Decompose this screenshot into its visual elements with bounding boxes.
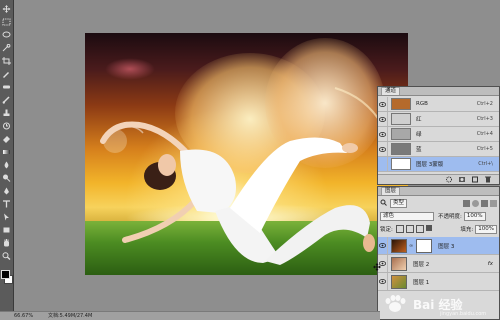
lock-position-icon[interactable] bbox=[415, 225, 424, 233]
eraser-icon[interactable] bbox=[1, 134, 12, 143]
foreground-color-swatch[interactable] bbox=[1, 270, 10, 279]
channel-thumbnail bbox=[391, 98, 411, 110]
crop-icon[interactable] bbox=[1, 56, 12, 65]
lock-icons bbox=[395, 225, 432, 233]
chain-link-icon[interactable]: ∞ bbox=[409, 243, 413, 249]
visibility-eye-icon[interactable] bbox=[378, 112, 388, 126]
brush-icon[interactable] bbox=[1, 95, 12, 104]
path-select-icon[interactable] bbox=[1, 212, 12, 221]
clone-stamp-icon[interactable] bbox=[1, 108, 12, 117]
layer-name: 图层 3 bbox=[438, 243, 455, 250]
channel-thumbnail bbox=[391, 113, 411, 125]
opacity-label: 不透明度: bbox=[438, 214, 462, 220]
channel-shortcut: Ctrl+4 bbox=[476, 131, 493, 137]
lasso-icon[interactable] bbox=[1, 30, 12, 39]
channel-row-blue[interactable]: 蓝 Ctrl+5 bbox=[378, 142, 499, 157]
lock-transparent-icon[interactable] bbox=[395, 225, 404, 233]
channel-shortcut: Ctrl+\ bbox=[478, 161, 493, 167]
shape-icon[interactable] bbox=[1, 225, 12, 234]
visibility-eye-icon[interactable] bbox=[378, 142, 388, 156]
channel-thumbnail bbox=[391, 158, 411, 170]
layer-filter-row: 类型 bbox=[380, 198, 497, 208]
pen-icon[interactable] bbox=[1, 186, 12, 195]
lock-label: 锁定: bbox=[380, 227, 393, 233]
channel-row-green[interactable]: 绿 Ctrl+4 bbox=[378, 127, 499, 142]
layer-row-layer-2[interactable]: 图层 2 fx bbox=[378, 255, 499, 273]
dodge-icon[interactable] bbox=[1, 173, 12, 182]
filter-type-icon[interactable] bbox=[481, 199, 488, 207]
opacity-input[interactable]: 100% bbox=[463, 211, 486, 221]
lock-all-icon[interactable] bbox=[425, 225, 432, 231]
filter-adjust-icon[interactable] bbox=[472, 199, 479, 207]
visibility-eye-icon[interactable] bbox=[378, 273, 388, 290]
layer-mask-thumbnail[interactable] bbox=[416, 238, 433, 253]
history-brush-icon[interactable] bbox=[1, 121, 12, 130]
tab-channels[interactable]: 通道 bbox=[381, 87, 401, 95]
channel-thumbnail bbox=[391, 128, 411, 140]
new-channel-icon[interactable] bbox=[471, 176, 479, 183]
blend-mode-select[interactable]: 滤色 bbox=[380, 211, 434, 221]
channel-name: RGB bbox=[416, 101, 428, 107]
channel-row-layer-mask[interactable]: 图层 3蒙版 Ctrl+\ bbox=[378, 157, 499, 172]
blend-row: 滤色 不透明度: 100% bbox=[380, 211, 497, 221]
layer-thumbnail bbox=[391, 274, 407, 289]
fill-label: 填充: bbox=[460, 227, 474, 233]
filter-shape-icon[interactable] bbox=[490, 199, 497, 207]
trash-icon[interactable] bbox=[484, 176, 492, 183]
filter-search-icon bbox=[380, 199, 387, 208]
channel-shortcut: Ctrl+2 bbox=[476, 101, 493, 107]
channel-name: 绿 bbox=[416, 132, 422, 138]
layer-name: 图层 2 bbox=[413, 261, 430, 268]
channels-panel: 通道 RGB Ctrl+2 红 Ctrl+3 绿 Ctrl+4 蓝 Ctrl+5… bbox=[377, 86, 500, 185]
channel-shortcut: Ctrl+5 bbox=[476, 146, 493, 152]
channel-thumbnail bbox=[391, 143, 411, 155]
visibility-eye-icon[interactable] bbox=[378, 127, 388, 141]
marquee-icon[interactable] bbox=[1, 17, 12, 26]
quick-select-icon[interactable] bbox=[1, 43, 12, 52]
save-selection-icon[interactable] bbox=[458, 176, 466, 183]
eyedropper-icon[interactable] bbox=[1, 69, 12, 78]
layer-row-layer-3[interactable]: ∞ 图层 3 bbox=[378, 237, 499, 255]
document-canvas[interactable] bbox=[85, 33, 408, 275]
tab-layers[interactable]: 图层 bbox=[381, 187, 401, 195]
filter-icons bbox=[463, 199, 497, 207]
gradient-icon[interactable] bbox=[1, 147, 12, 156]
visibility-eye-icon[interactable] bbox=[378, 237, 388, 254]
fill-input[interactable]: 100% bbox=[475, 224, 497, 234]
channel-shortcut: Ctrl+3 bbox=[476, 116, 493, 122]
baidu-paw-logo bbox=[385, 295, 406, 312]
layers-panel-header: 图层 bbox=[378, 187, 499, 196]
blur-icon[interactable] bbox=[1, 160, 12, 169]
layer-fx-badge[interactable]: fx bbox=[488, 261, 493, 267]
visibility-eye-icon[interactable] bbox=[378, 157, 388, 171]
lock-pixels-icon[interactable] bbox=[405, 225, 414, 233]
filter-kind-select[interactable]: 类型 bbox=[390, 198, 408, 208]
filter-pixel-icon[interactable] bbox=[463, 199, 470, 207]
channels-panel-header: 通道 bbox=[378, 87, 499, 96]
tools-panel bbox=[0, 0, 14, 319]
visibility-eye-icon[interactable] bbox=[378, 97, 388, 111]
layer-thumbnail bbox=[391, 238, 407, 253]
channel-name: 红 bbox=[416, 117, 422, 123]
lock-row: 锁定: 填充: 100% bbox=[380, 224, 497, 234]
channels-footer bbox=[378, 174, 499, 184]
layer-name: 图层 1 bbox=[413, 279, 430, 286]
watermark-url: jingyan.baidu.com bbox=[440, 311, 487, 317]
load-selection-icon[interactable] bbox=[445, 176, 453, 183]
layer-thumbnail bbox=[391, 256, 407, 271]
dancer-figure bbox=[100, 87, 396, 265]
watermark-text: Bai 经验 bbox=[413, 297, 463, 312]
channel-name: 图层 3蒙版 bbox=[416, 162, 444, 168]
move-cursor-icon bbox=[373, 263, 381, 271]
zoom-icon[interactable] bbox=[1, 251, 12, 260]
type-icon[interactable] bbox=[1, 199, 12, 208]
layer-row-layer-1[interactable]: 图层 1 bbox=[378, 273, 499, 291]
spot-heal-icon[interactable] bbox=[1, 82, 12, 91]
move-icon[interactable] bbox=[1, 4, 12, 13]
channel-name: 蓝 bbox=[416, 147, 422, 153]
channel-row-rgb[interactable]: RGB Ctrl+2 bbox=[378, 97, 499, 112]
hand-icon[interactable] bbox=[1, 238, 12, 247]
channel-row-red[interactable]: 红 Ctrl+3 bbox=[378, 112, 499, 127]
